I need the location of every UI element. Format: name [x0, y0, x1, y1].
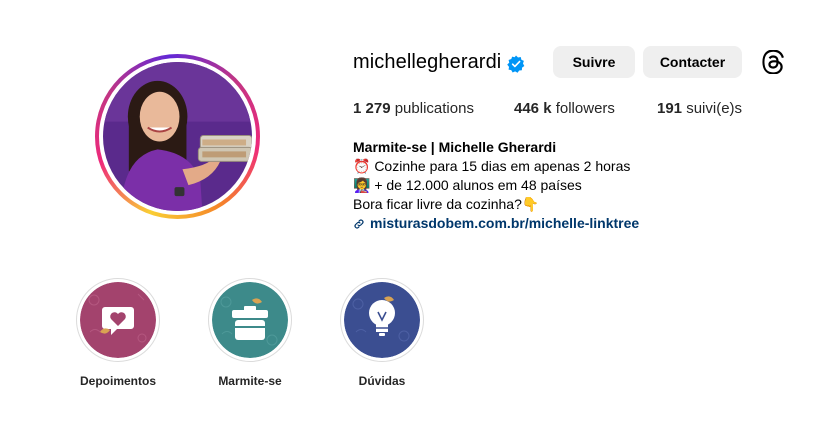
following-count: 191	[657, 100, 683, 117]
highlight-duvidas[interactable]: Dúvidas	[340, 278, 424, 388]
contact-button[interactable]: Contacter	[643, 46, 742, 78]
stat-followers[interactable]: 446 k followers	[514, 100, 615, 117]
bio-link[interactable]: misturasdobem.com.br/michelle-linktree	[370, 214, 639, 233]
lunchbox-icon	[212, 282, 288, 358]
highlight-ring	[76, 278, 160, 362]
profile-avatar-ring[interactable]	[95, 54, 260, 219]
highlight-label: Depoimentos	[79, 374, 156, 388]
highlight-depoimentos[interactable]: Depoimentos	[76, 278, 160, 388]
avatar[interactable]	[103, 62, 252, 211]
heart-chat-icon	[80, 282, 156, 358]
following-label: suivi(e)s	[686, 100, 743, 117]
bio-line-1: ⏰ Cozinhe para 15 dias em apenas 2 horas	[353, 158, 631, 174]
followers-label: followers	[555, 100, 615, 117]
bio-name: Marmite-se | Michelle Gherardi	[353, 139, 557, 155]
bio-line-3: Bora ficar livre da cozinha?👇	[353, 196, 540, 212]
threads-icon[interactable]	[762, 50, 785, 74]
bio-line-2: 👩‍🏫 + de 12.000 alunos em 48 países	[353, 177, 582, 193]
verified-badge-icon	[507, 55, 525, 73]
posts-count: 1 279	[353, 100, 391, 117]
stat-following[interactable]: 191 suivi(e)s	[657, 100, 742, 117]
highlight-label: Dúvidas	[358, 374, 406, 388]
highlight-ring	[340, 278, 424, 362]
bio: Marmite-se | Michelle Gherardi ⏰ Cozinhe…	[353, 138, 639, 233]
username[interactable]: michellegherardi	[353, 51, 501, 74]
follow-button[interactable]: Suivre	[553, 46, 635, 78]
highlight-marmite-se[interactable]: Marmite-se	[208, 278, 292, 388]
avatar-photo	[103, 62, 252, 211]
stat-posts: 1 279 publications	[353, 100, 474, 117]
highlight-ring	[208, 278, 292, 362]
link-icon	[354, 218, 364, 229]
followers-count: 446 k	[514, 100, 552, 117]
bio-link-row: misturasdobem.com.br/michelle-linktree	[353, 214, 639, 233]
highlight-label: Marmite-se	[218, 374, 282, 388]
posts-label: publications	[394, 100, 474, 117]
avatar-gap	[99, 58, 256, 215]
lightbulb-icon	[344, 282, 420, 358]
